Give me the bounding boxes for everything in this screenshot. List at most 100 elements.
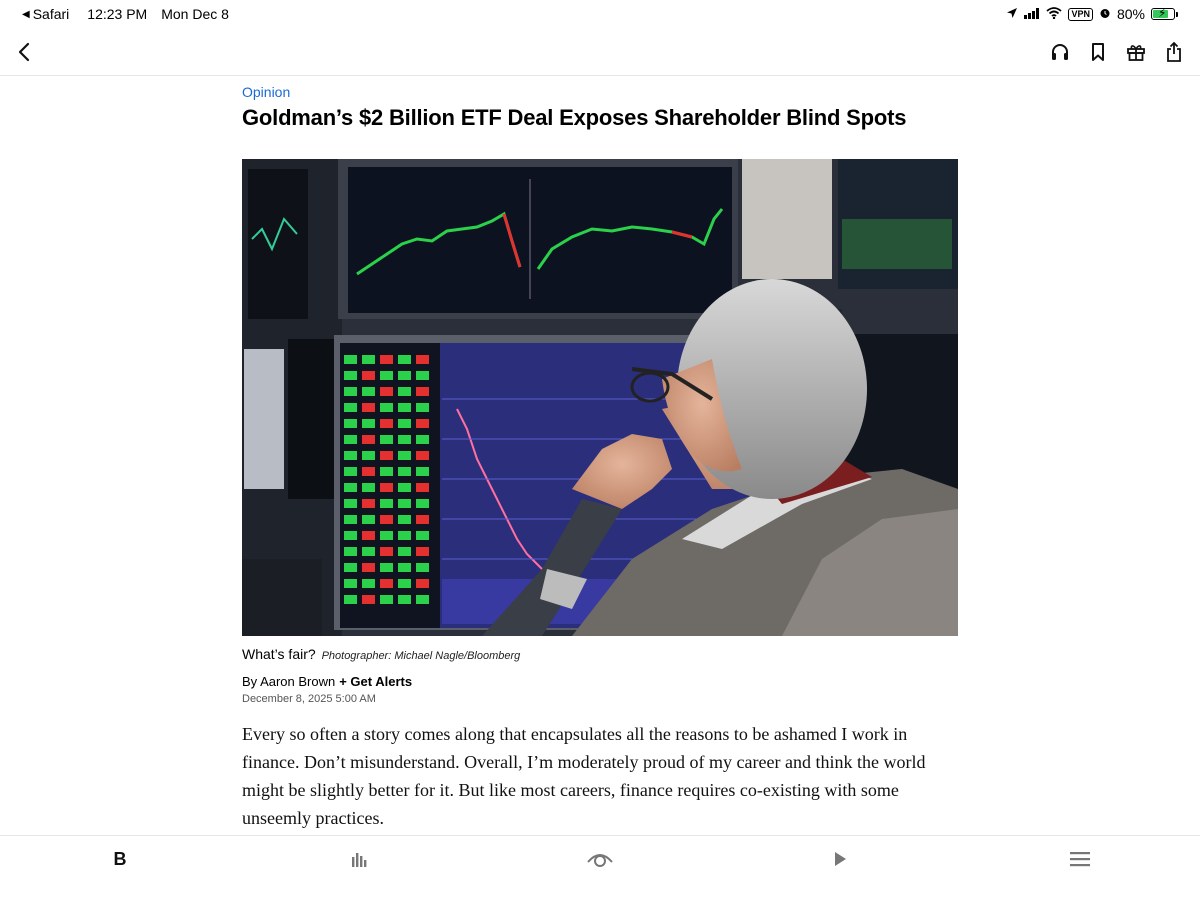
screen-cell [362,499,375,508]
markets-icon [352,853,367,867]
screen-cell [344,403,357,412]
screen-cell [416,547,429,556]
tab-home[interactable]: B [100,846,140,872]
screen-cell [362,531,375,540]
location-icon [1006,6,1018,22]
screen-cell [398,499,411,508]
chevron-left-icon [18,42,30,62]
screen-cell [344,451,357,460]
nav-bar [0,28,1200,76]
screen-cell [380,595,393,604]
screen-cell [380,547,393,556]
screen-cell [380,403,393,412]
battery-tip [1176,11,1178,17]
screen-cell [416,451,429,460]
tab-watch[interactable] [580,846,620,872]
headphones-icon [1052,44,1068,60]
battery-icon: ⚡ [1151,6,1175,20]
screen-cell [344,467,357,476]
play-icon [835,852,846,866]
tab-menu[interactable] [1060,846,1100,872]
screen-cell [362,387,375,396]
screen-cell [362,547,375,556]
listen-button[interactable] [1048,38,1072,66]
screen-cell [416,563,429,572]
screen-cell [398,515,411,524]
screen-cell [416,531,429,540]
back-to-app-link[interactable]: ◀ Safari [22,6,69,22]
screen-cell [416,435,429,444]
section-label[interactable]: Opinion [242,84,290,100]
wifi-icon [1046,6,1063,22]
screen-cell [416,515,429,524]
screen-cell [362,355,375,364]
share-icon [1167,41,1181,62]
screen-cell [380,355,393,364]
screen-cell [398,547,411,556]
screen-cell [380,387,393,396]
byline: By Aaron Brown + Get Alerts [242,674,412,689]
gift-article-button[interactable] [1124,38,1148,66]
screen-cell [380,563,393,572]
tab-markets[interactable] [340,846,380,872]
screen-cell [380,499,393,508]
screen-cell [380,419,393,428]
tab-play[interactable] [820,846,860,872]
screen-cell [416,403,429,412]
screen-cell [362,371,375,380]
screen-cell [398,483,411,492]
bookmark-button[interactable] [1086,38,1110,66]
home-icon: B [113,848,127,869]
screen-cell [344,547,357,556]
screen-cell [398,451,411,460]
screen-cell [344,483,357,492]
bookmark-icon [1092,43,1104,61]
screen-cell [362,467,375,476]
screen-cell [398,435,411,444]
screen-cell [344,355,357,364]
screen-cell [416,499,429,508]
screen-cell [416,467,429,476]
screen-cell [362,563,375,572]
screen-cell [398,563,411,572]
screen-cell [344,531,357,540]
cellular-signal-icon [1024,6,1040,22]
screen-cell [344,595,357,604]
back-app-label: Safari [32,6,70,22]
screen-cell [380,435,393,444]
hero-image [242,159,958,636]
screen-cell [362,515,375,524]
screen-cell [398,595,411,604]
screen-cell [344,579,357,588]
screen-cell [362,435,375,444]
screen-cell [344,371,357,380]
screen-cell [362,483,375,492]
screen-cell [344,419,357,428]
screen-cell [398,467,411,476]
alarm-icon [1099,6,1111,22]
back-button[interactable] [10,38,38,66]
headline: Goldman’s $2 Billion ETF Deal Exposes Sh… [242,105,907,130]
screen-cell [398,371,411,380]
back-triangle-icon: ◀ [22,8,30,20]
caption-text: What’s fair? [242,646,316,662]
screen-cell [362,419,375,428]
screen-cell [380,579,393,588]
screen-cell [362,451,375,460]
get-alerts-button[interactable]: + Get Alerts [339,674,412,689]
screen-cell [416,419,429,428]
battery-percent: 80% [1116,6,1145,22]
screen-cell [398,355,411,364]
screen-cell [362,595,375,604]
share-button[interactable] [1162,38,1186,66]
photo-credit: Photographer: Michael Nagle/Bloomberg [321,650,521,662]
gift-icon [1127,45,1145,61]
screen-cell [398,403,411,412]
screen-cell [344,563,357,572]
screen-cell [380,531,393,540]
screen-cell [344,435,357,444]
screen-cell [380,371,393,380]
eye-icon [587,854,613,867]
screen-cell [416,595,429,604]
author-name[interactable]: By Aaron Brown [242,674,335,689]
